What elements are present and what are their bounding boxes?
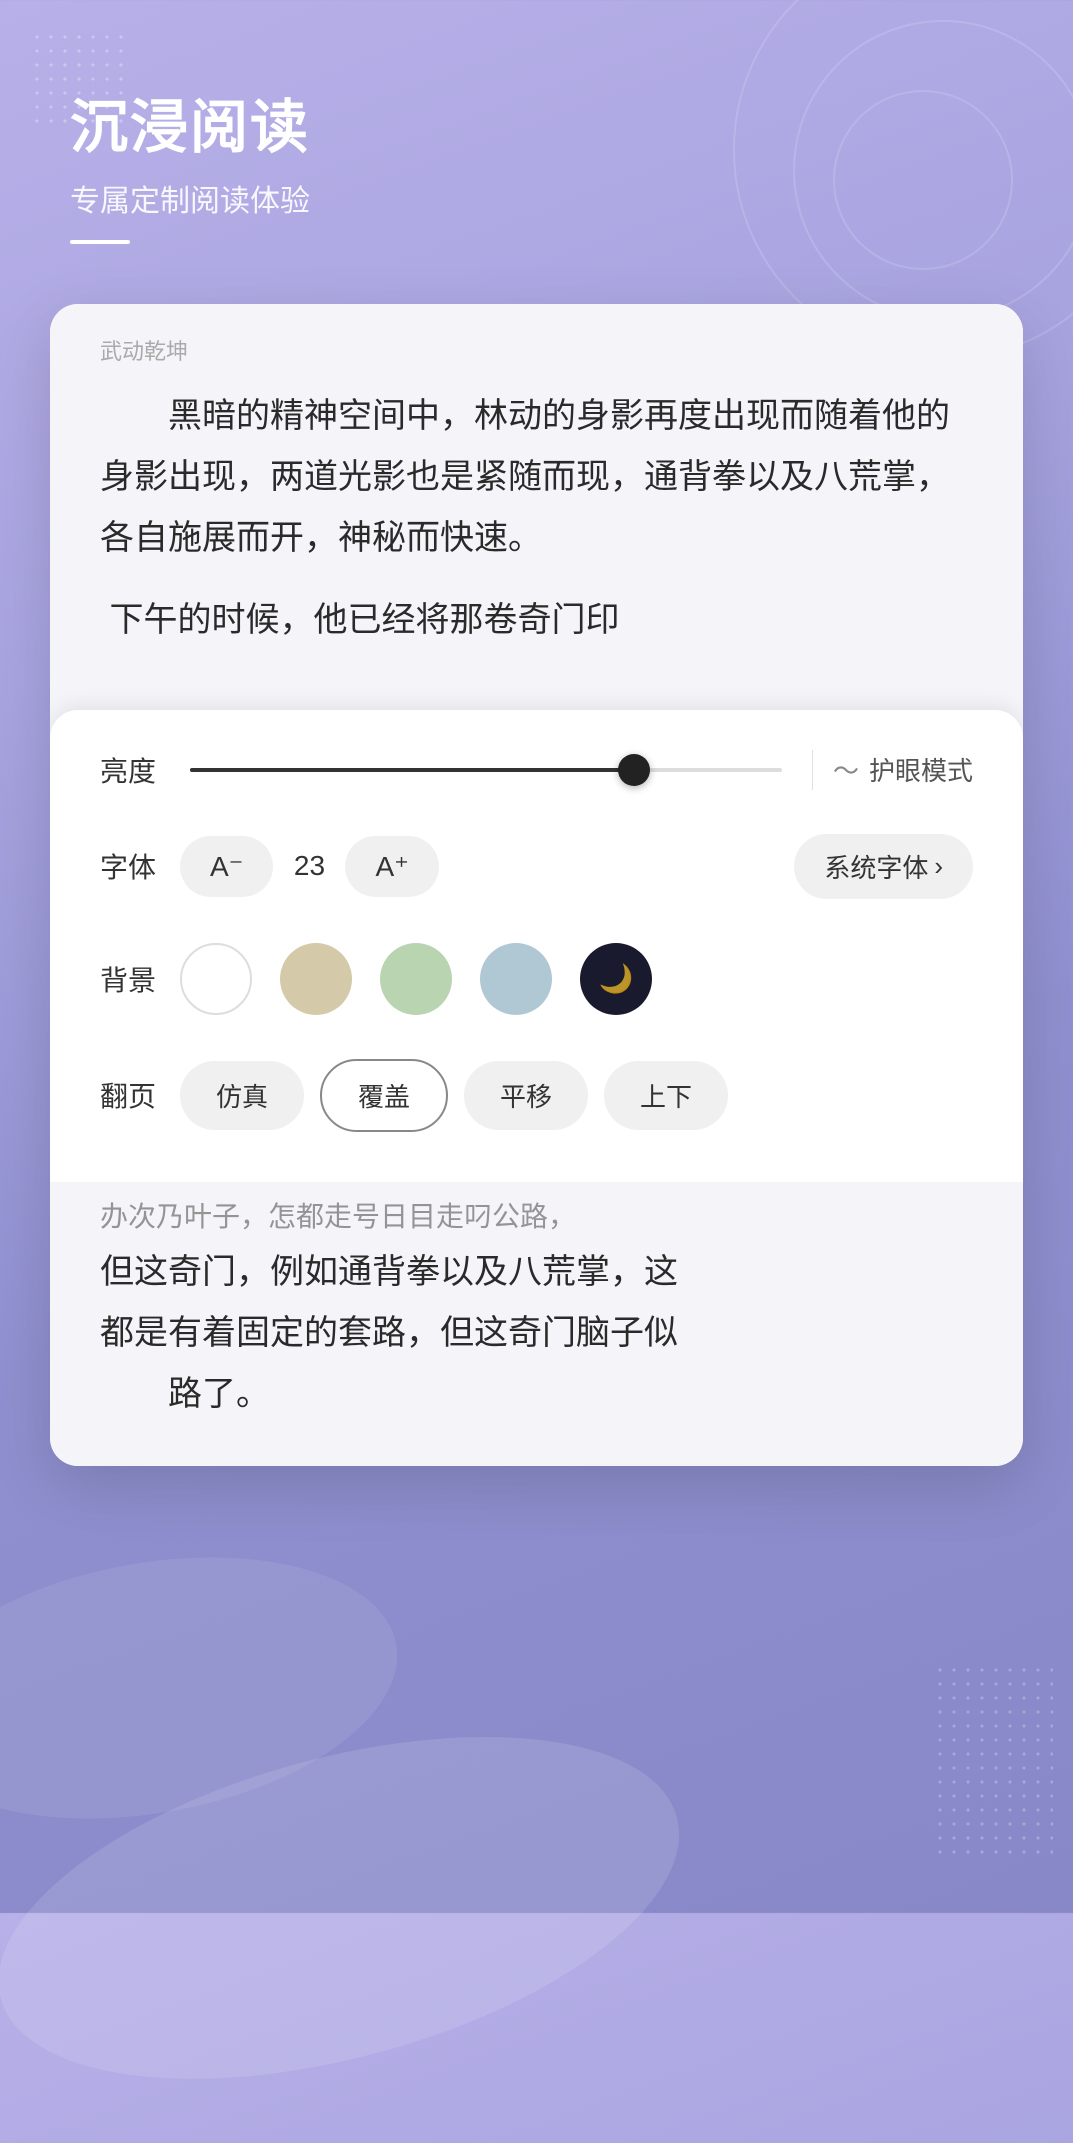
pageturn-label: 翻页 <box>100 1075 180 1115</box>
pageturn-pingyi[interactable]: 平移 <box>464 1061 588 1130</box>
pageturn-row: 翻页 仿真 覆盖 平移 上下 <box>100 1059 973 1132</box>
font-size-display: 23 <box>289 850 329 882</box>
page-title: 沉浸阅读 <box>70 80 1003 164</box>
settings-panel: 亮度 〜 护眼模式 字体 A⁻ 23 <box>50 710 1023 1182</box>
font-controls: A⁻ 23 A⁺ 系统字体 › <box>180 834 973 899</box>
reading-text-paragraph2: 下午的时候，他已经将那卷奇门印 <box>100 590 973 670</box>
bottom-text-blur: 办次乃叶子，怎都走号日目走叼公路， <box>100 1182 973 1242</box>
eye-mode-label: 护眼模式 <box>869 751 973 788</box>
font-decrease-button[interactable]: A⁻ <box>180 836 273 897</box>
bg-option-white[interactable] <box>180 943 252 1015</box>
font-type-button[interactable]: 系统字体 › <box>794 834 973 899</box>
font-label: 字体 <box>100 846 180 886</box>
font-type-label: 系统字体 <box>824 848 928 885</box>
pageturn-fanzhen[interactable]: 仿真 <box>180 1061 304 1130</box>
reading-card: 武动乾坤 黑暗的精神空间中，林动的身影再度出现而随着他的身影出现，两道光影也是紧… <box>50 304 1023 1466</box>
bg-option-beige[interactable] <box>280 943 352 1015</box>
settings-divider <box>812 750 813 790</box>
reading-text-paragraph1: 黑暗的精神空间中，林动的身影再度出现而随着他的身影出现，两道光影也是紧随而现，通… <box>100 386 973 570</box>
bottom-text-main: 但这奇门，例如通背拳以及八荒掌，这 都是有着固定的套路，但这奇门脑子似 路了。 <box>100 1242 973 1426</box>
brightness-slider-fill <box>190 768 634 772</box>
pageturn-shangxia[interactable]: 上下 <box>604 1061 728 1130</box>
bg-label: 背景 <box>100 959 180 999</box>
background-row: 背景 🌙 <box>100 943 973 1015</box>
brightness-slider-thumb[interactable] <box>618 754 650 786</box>
bg-option-dark[interactable]: 🌙 <box>580 943 652 1015</box>
brightness-label: 亮度 <box>100 750 180 790</box>
brightness-control[interactable] <box>180 768 792 772</box>
book-title: 武动乾坤 <box>100 334 973 366</box>
header: 沉浸阅读 专属定制阅读体验 <box>0 0 1073 284</box>
eye-icon: 〜 <box>833 751 859 788</box>
brightness-slider-track[interactable] <box>190 768 782 772</box>
page-subtitle: 专属定制阅读体验 <box>70 176 1003 220</box>
bg-option-blue[interactable] <box>480 943 552 1015</box>
font-row: 字体 A⁻ 23 A⁺ 系统字体 › <box>100 834 973 899</box>
pageturn-gaigai[interactable]: 覆盖 <box>320 1059 448 1132</box>
font-increase-button[interactable]: A⁺ <box>345 836 438 897</box>
moon-icon: 🌙 <box>599 962 634 995</box>
bg-option-green[interactable] <box>380 943 452 1015</box>
chevron-right-icon: › <box>934 851 943 882</box>
main-content: 武动乾坤 黑暗的精神空间中，林动的身影再度出现而随着他的身影出现，两道光影也是紧… <box>0 284 1073 1466</box>
reading-text-area: 武动乾坤 黑暗的精神空间中，林动的身影再度出现而随着他的身影出现，两道光影也是紧… <box>50 304 1023 710</box>
bottom-text-section: 办次乃叶子，怎都走号日目走叼公路， 但这奇门，例如通背拳以及八荒掌，这 都是有着… <box>50 1182 1023 1466</box>
eye-mode-toggle[interactable]: 〜 护眼模式 <box>833 751 973 788</box>
brightness-row: 亮度 〜 护眼模式 <box>100 750 973 790</box>
header-divider <box>70 240 130 244</box>
bg-dots-bottomright <box>933 1663 1053 1863</box>
bg-options: 🌙 <box>180 943 973 1015</box>
pageturn-options: 仿真 覆盖 平移 上下 <box>180 1059 973 1132</box>
